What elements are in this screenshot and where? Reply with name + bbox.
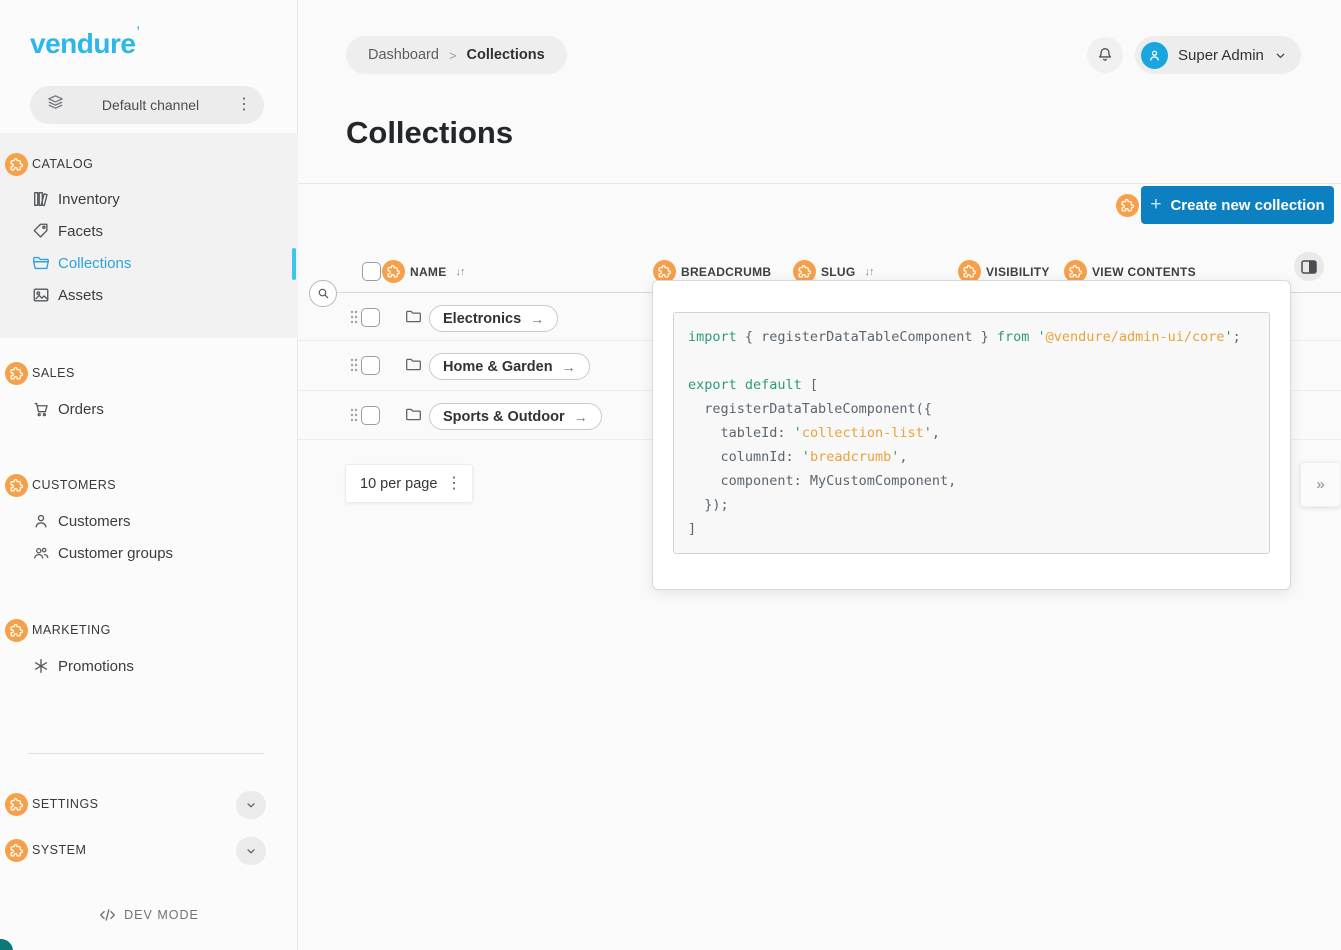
drag-handle-icon[interactable] bbox=[350, 310, 358, 324]
nav-group-label: SALES bbox=[32, 366, 75, 380]
active-item-indicator bbox=[292, 248, 296, 280]
nav-group-marketing: MARKETING bbox=[0, 617, 298, 643]
layers-icon bbox=[46, 93, 65, 117]
sidebar: vendure’ Default channel CATALOG Invento… bbox=[0, 0, 298, 950]
users-icon bbox=[32, 544, 50, 562]
row-checkbox[interactable] bbox=[361, 356, 380, 375]
channel-selector[interactable]: Default channel bbox=[30, 86, 264, 124]
collection-link[interactable]: Electronics → bbox=[429, 305, 558, 332]
per-page-kebab-icon[interactable] bbox=[446, 476, 462, 492]
arrow-right-icon: → bbox=[574, 409, 588, 425]
search-icon bbox=[317, 287, 330, 300]
column-picker-button[interactable] bbox=[1294, 252, 1324, 281]
dev-mode-toggle[interactable]: DEV MODE bbox=[0, 908, 298, 922]
arrow-right-icon: → bbox=[530, 311, 544, 327]
sidebar-item-inventory[interactable]: Inventory bbox=[0, 184, 298, 214]
row-checkbox[interactable] bbox=[361, 308, 380, 327]
nav-group-label: MARKETING bbox=[32, 623, 111, 637]
puzzle-badge-icon[interactable] bbox=[5, 839, 28, 862]
user-icon bbox=[1147, 48, 1162, 63]
puzzle-badge-icon[interactable] bbox=[5, 619, 28, 642]
code-icon bbox=[99, 908, 116, 922]
double-chevron-right-icon: » bbox=[1316, 476, 1324, 493]
folder-icon bbox=[405, 406, 422, 423]
chevron-down-icon bbox=[245, 845, 257, 857]
page-title: Collections bbox=[346, 115, 513, 151]
inventory-icon bbox=[32, 190, 50, 208]
breadcrumb: Dashboard > Collections bbox=[346, 36, 567, 74]
dev-mode-code-popup: import { registerDataTableComponent } fr… bbox=[652, 280, 1291, 590]
puzzle-badge-icon[interactable] bbox=[5, 793, 28, 816]
avatar bbox=[1141, 42, 1168, 69]
sidebar-item-facets[interactable]: Facets bbox=[0, 216, 298, 246]
channel-label: Default channel bbox=[65, 97, 236, 113]
column-header-name: NAME ↓↑ bbox=[362, 250, 465, 293]
row-checkbox[interactable] bbox=[361, 406, 380, 425]
nav-group-customers: CUSTOMERS bbox=[0, 472, 298, 498]
create-button-label: Create new collection bbox=[1170, 197, 1324, 214]
per-page-label: 10 per page bbox=[360, 476, 446, 492]
sidebar-item-customers[interactable]: Customers bbox=[0, 506, 298, 536]
tag-icon bbox=[32, 222, 50, 240]
settings-collapse-button[interactable] bbox=[236, 791, 266, 819]
breadcrumb-separator: > bbox=[449, 48, 457, 63]
select-all-checkbox[interactable] bbox=[362, 262, 381, 281]
system-collapse-button[interactable] bbox=[236, 837, 266, 865]
sort-icon[interactable]: ↓↑ bbox=[456, 266, 465, 278]
puzzle-badge-icon[interactable] bbox=[5, 362, 28, 385]
folder-icon bbox=[32, 254, 50, 272]
cart-icon bbox=[32, 400, 50, 418]
columns-icon bbox=[1301, 260, 1317, 274]
puzzle-badge-icon[interactable] bbox=[1116, 194, 1139, 217]
image-icon bbox=[32, 286, 50, 304]
items-per-page-select[interactable]: 10 per page bbox=[345, 464, 473, 503]
folder-icon bbox=[405, 356, 422, 373]
puzzle-badge-icon[interactable] bbox=[5, 474, 28, 497]
folder-icon bbox=[405, 308, 422, 325]
breadcrumb-current: Collections bbox=[467, 47, 545, 63]
sort-icon[interactable]: ↓↑ bbox=[865, 266, 874, 278]
collection-link[interactable]: Sports & Outdoor → bbox=[429, 403, 602, 430]
arrow-right-icon: → bbox=[562, 359, 576, 375]
chevron-down-icon bbox=[245, 799, 257, 811]
vendure-logo: vendure’ bbox=[30, 24, 139, 60]
dev-mode-label: DEV MODE bbox=[124, 908, 199, 922]
nav-group-label: SETTINGS bbox=[32, 797, 99, 811]
notifications-button[interactable] bbox=[1087, 37, 1123, 73]
nav-group-label: SYSTEM bbox=[32, 843, 86, 857]
nav-group-label: CATALOG bbox=[32, 157, 93, 171]
search-button[interactable] bbox=[309, 280, 337, 307]
sidebar-divider bbox=[28, 753, 264, 754]
user-name: Super Admin bbox=[1178, 47, 1266, 64]
sidebar-item-orders[interactable]: Orders bbox=[0, 394, 298, 424]
vendure-admin-app: vendure’ Default channel CATALOG Invento… bbox=[0, 0, 1341, 950]
sidebar-item-assets[interactable]: Assets bbox=[0, 280, 298, 310]
user-icon bbox=[32, 512, 50, 530]
drag-handle-icon[interactable] bbox=[350, 408, 358, 422]
logo-mark: ’ bbox=[136, 24, 139, 38]
drag-handle-icon[interactable] bbox=[350, 358, 358, 372]
channel-kebab-icon[interactable] bbox=[236, 97, 252, 113]
bell-icon bbox=[1096, 46, 1114, 64]
plus-icon: + bbox=[1150, 194, 1161, 216]
collection-link[interactable]: Home & Garden → bbox=[429, 353, 590, 380]
sidebar-item-promotions[interactable]: Promotions bbox=[0, 651, 298, 681]
breadcrumb-dashboard-link[interactable]: Dashboard bbox=[368, 47, 439, 63]
user-menu[interactable]: Super Admin bbox=[1135, 36, 1301, 74]
nav-group-catalog: CATALOG bbox=[0, 151, 298, 177]
puzzle-badge-icon[interactable] bbox=[5, 153, 28, 176]
nav-group-sales: SALES bbox=[0, 360, 298, 386]
header-divider bbox=[298, 183, 1341, 184]
next-page-button[interactable]: » bbox=[1300, 462, 1341, 507]
help-bubble[interactable] bbox=[0, 939, 13, 950]
sidebar-item-customer-groups[interactable]: Customer groups bbox=[0, 538, 298, 568]
sidebar-item-collections[interactable]: Collections bbox=[0, 248, 298, 278]
promotions-icon bbox=[32, 657, 50, 675]
nav-group-label: CUSTOMERS bbox=[32, 478, 116, 492]
chevron-down-icon bbox=[1274, 49, 1287, 62]
create-new-collection-button[interactable]: + Create new collection bbox=[1141, 186, 1334, 224]
code-block: import { registerDataTableComponent } fr… bbox=[673, 312, 1270, 554]
puzzle-badge-icon[interactable] bbox=[382, 260, 405, 283]
